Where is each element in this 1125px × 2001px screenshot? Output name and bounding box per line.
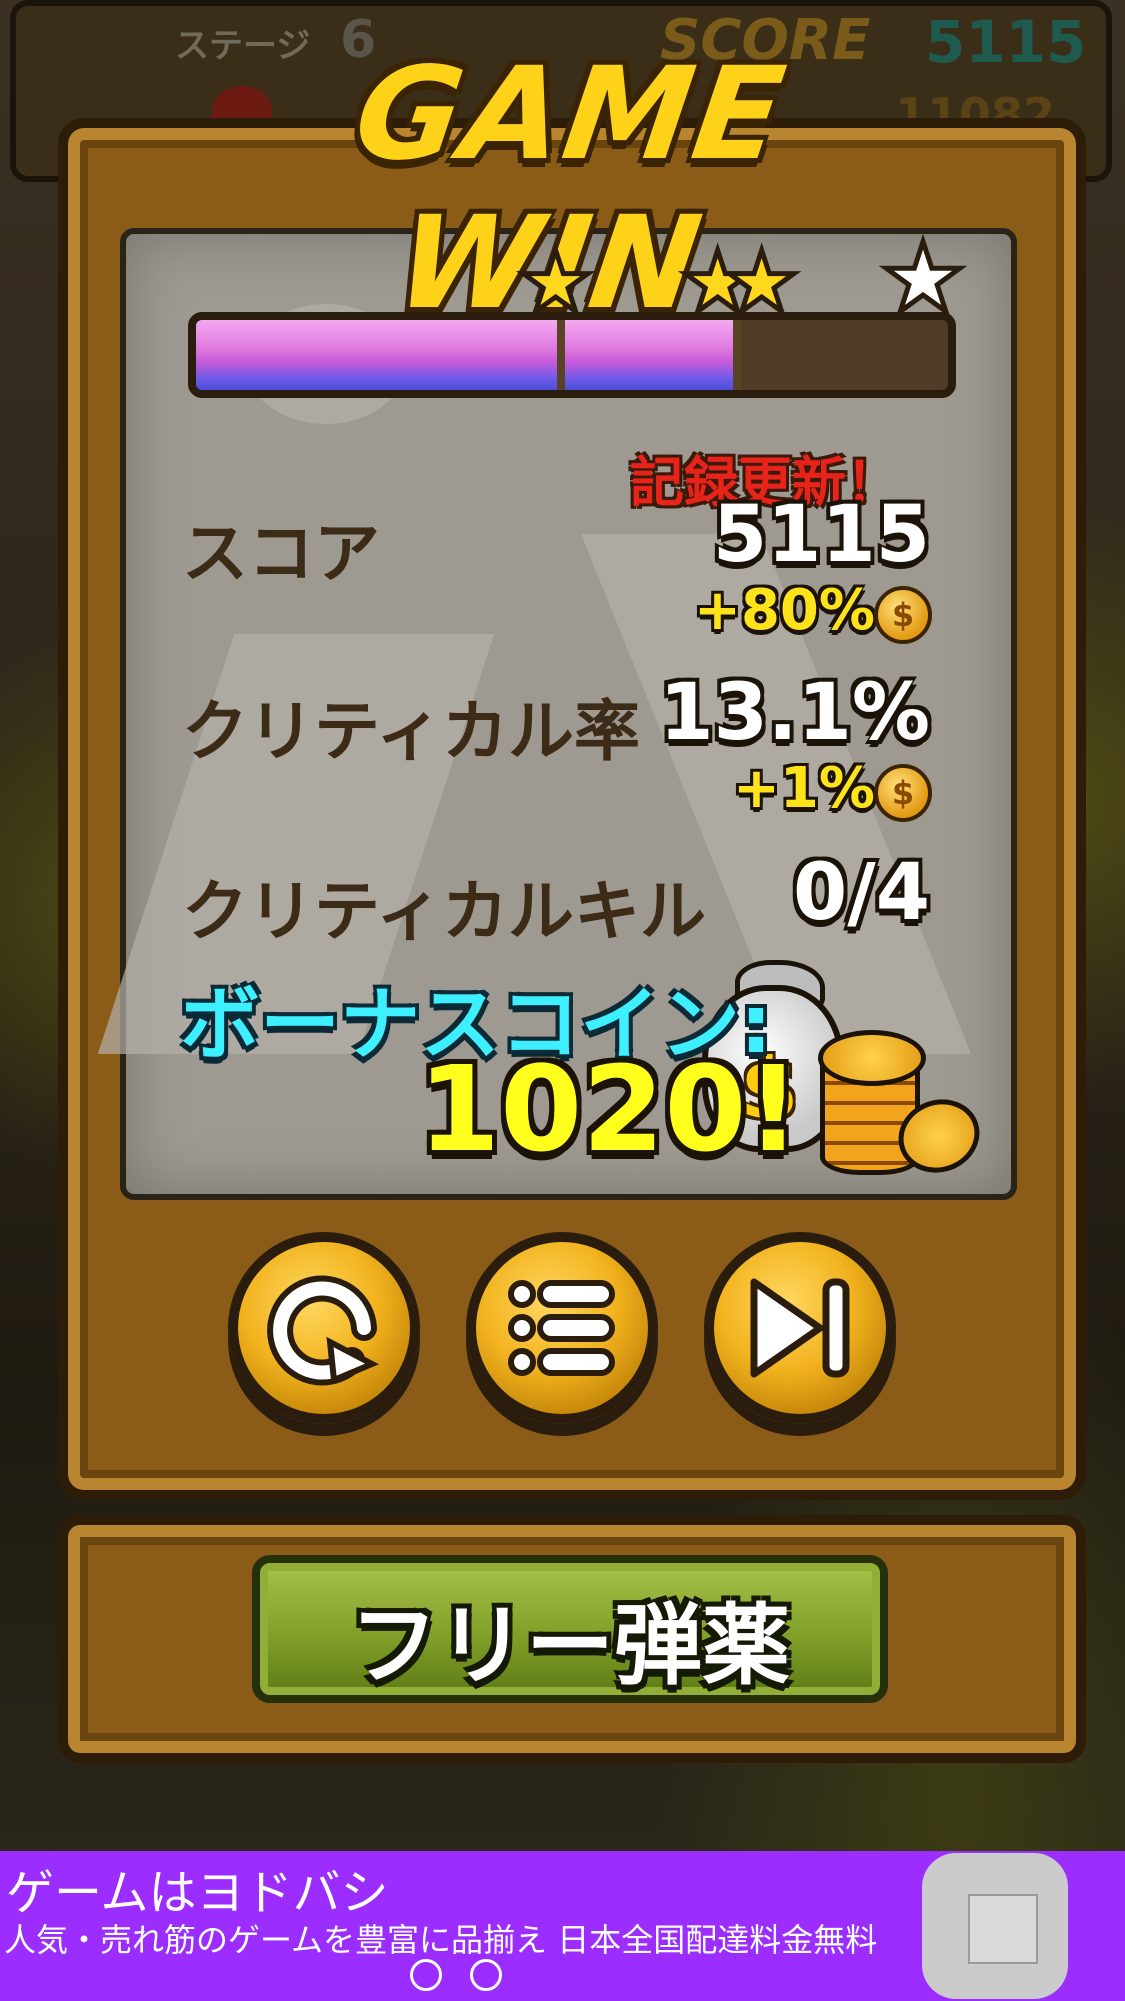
- score-stat-label: スコア: [182, 515, 380, 592]
- next-stage-button[interactable]: [704, 1232, 896, 1424]
- star-3-icon: ★: [877, 222, 968, 334]
- retry-button[interactable]: [228, 1232, 420, 1424]
- critical-rate-value: 13.1%: [659, 668, 930, 758]
- menu-button[interactable]: [466, 1232, 658, 1424]
- free-ammo-button[interactable]: フリー弾薬: [252, 1555, 888, 1703]
- ad-description[interactable]: 人気・売れ筋のゲームを豊富に品揃え 日本全国配達料金無料: [4, 1915, 877, 1961]
- next-stage-icon: [750, 1278, 850, 1378]
- critical-kill-value: 0/4: [792, 848, 930, 938]
- ad-page-dot: [470, 1959, 502, 1991]
- progress-fill: [196, 320, 733, 390]
- menu-list-icon: [508, 1280, 615, 1376]
- coin-icon: $: [874, 586, 932, 644]
- star-2b-icon: ★: [721, 233, 801, 331]
- ad-title[interactable]: ゲームはヨドバシ: [6, 1853, 389, 1923]
- star-1-icon: ★: [515, 233, 595, 331]
- hud-score-value: 5115: [925, 8, 1087, 76]
- critical-rate-bonus: +1%: [733, 756, 875, 821]
- score-bonus: +80%: [694, 578, 875, 643]
- coin-icon: $: [874, 764, 932, 822]
- score-stat-value: 5115: [712, 490, 930, 580]
- bonus-coin-value: 1020!: [418, 1040, 801, 1178]
- free-ammo-label: フリー弾薬: [349, 1594, 790, 1697]
- critical-kill-label: クリティカルキル: [182, 873, 707, 950]
- coin-stack-top: [818, 1030, 926, 1086]
- ad-page-dot: [410, 1959, 442, 1991]
- retry-icon: [267, 1275, 380, 1386]
- ad-image-placeholder-icon: [968, 1894, 1038, 1964]
- critical-rate-label: クリティカル率: [182, 693, 641, 770]
